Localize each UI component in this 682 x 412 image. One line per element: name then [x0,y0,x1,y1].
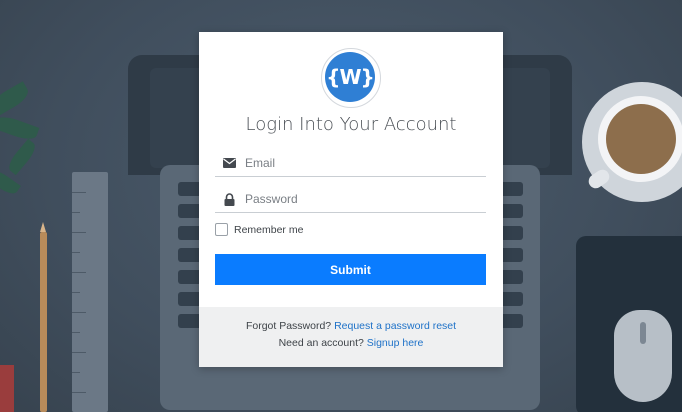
login-card: {W} Login Into Your Account Remember me … [199,32,503,367]
password-field-row [215,186,486,213]
password-reset-link[interactable]: Request a password reset [334,320,456,332]
card-footer: Forgot Password? Request a password rese… [199,307,503,367]
signup-line: Need an account? Signup here [199,337,503,349]
brand-logo: {W} [325,52,375,102]
signup-link[interactable]: Signup here [367,337,424,349]
remember-me-row[interactable]: Remember me [215,223,303,236]
ruler-image [72,172,108,412]
pencil-image [40,232,47,412]
remember-me-checkbox[interactable] [215,223,228,236]
login-title: Login Into Your Account [245,114,457,135]
forgot-password-text: Forgot Password? [245,320,332,332]
email-input[interactable] [243,155,477,171]
envelope-icon [215,158,243,168]
remember-me-label: Remember me [234,223,304,236]
forgot-password-line: Forgot Password? Request a password rese… [199,320,503,332]
need-account-text: Need an account? [278,337,364,349]
password-input[interactable] [243,191,477,207]
lock-icon [215,192,243,206]
submit-button[interactable]: Submit [215,254,486,285]
email-field-row [215,150,486,177]
